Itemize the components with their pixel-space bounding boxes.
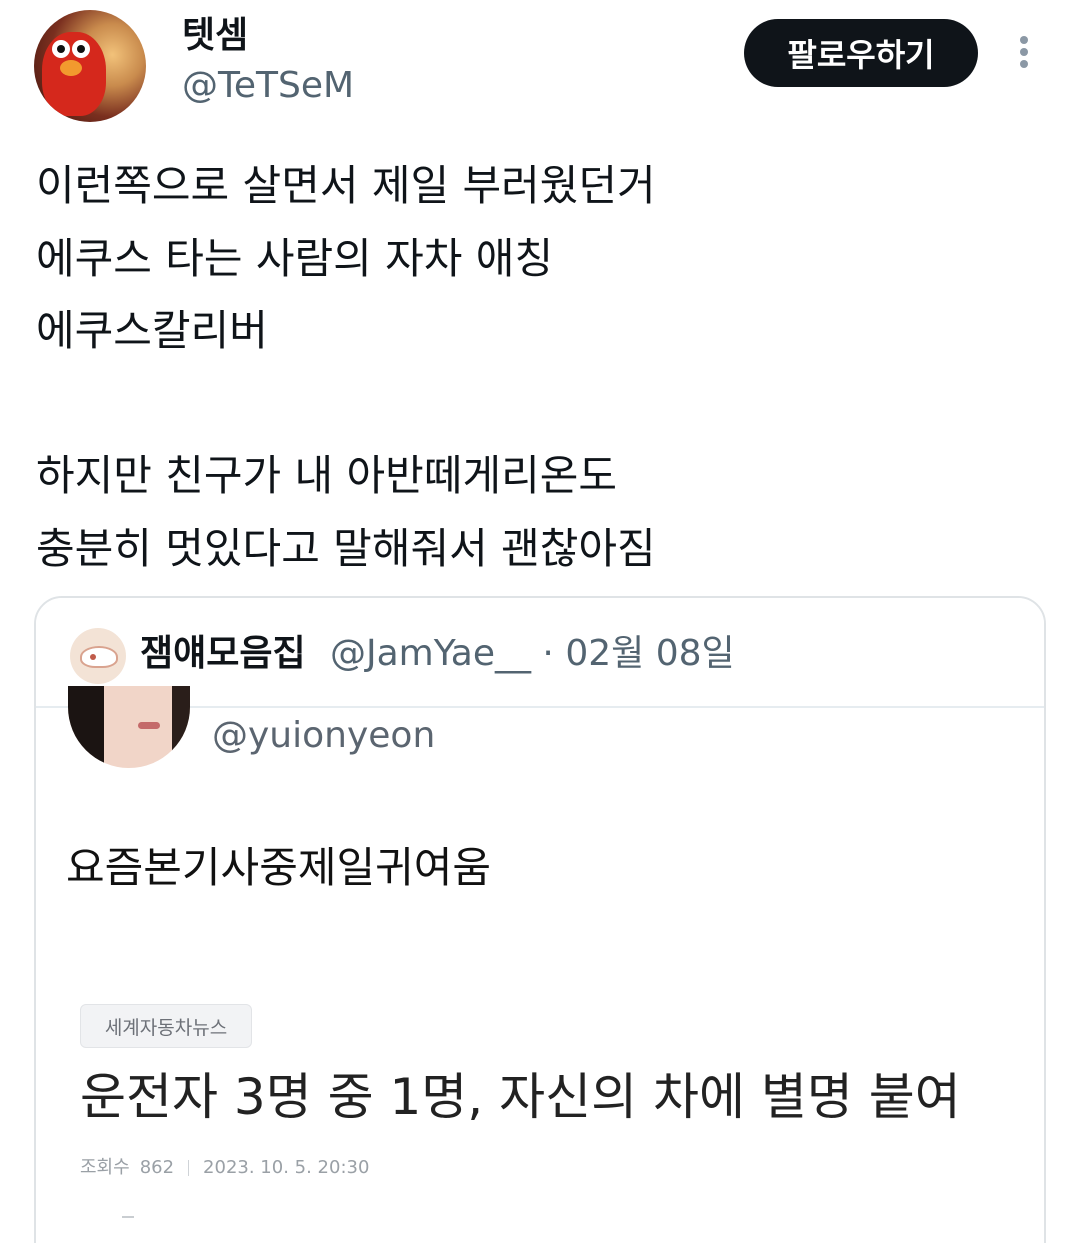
tweet-text-line: 에쿠스 타는 사람의 자차 애칭	[36, 233, 554, 283]
news-views-label: 조회수	[80, 1157, 130, 1178]
inner-text: 요즘본기사중제일귀여움	[66, 843, 492, 892]
tweet-text-line: 에쿠스칼리버	[36, 306, 268, 355]
quoted-author-avatar	[70, 628, 126, 684]
avatar-eye-left	[52, 40, 70, 58]
quoted-author-name: 잼얘모음집	[140, 633, 306, 674]
quoted-author-meta: @JamYae__ · 02월 08일	[330, 633, 735, 674]
tweet-text-line: 충분히 멋있다고 말해줘서 괜찮아짐	[36, 523, 656, 573]
news-date: 2023. 10. 5. 20:30	[203, 1157, 370, 1178]
news-source-tag: 세계자동차뉴스	[80, 1004, 252, 1048]
tweet-text-line: 하지만 친구가 내 아반떼게리온도	[36, 451, 618, 500]
avatar-nose	[60, 60, 82, 76]
news-headline: 운전자 3명 중 1명, 자신의 차에 별명 붙여	[80, 1068, 961, 1126]
author-avatar[interactable]	[34, 10, 146, 122]
tweet-text: 이런쪽으로 살면서 제일 부러웠던거 에쿠스 타는 사람의 자차 애칭 에쿠스칼…	[36, 150, 656, 585]
avatar-eye-right	[72, 40, 90, 58]
author-handle[interactable]: @TeTSeM	[182, 64, 354, 108]
news-meta-divider	[188, 1160, 190, 1176]
quoted-image: @yuionyeon 요즘본기사중제일귀여움 세계자동차뉴스 운전자 3명 중 …	[36, 686, 1044, 1243]
news-views: 862	[139, 1157, 175, 1178]
more-vertical-icon[interactable]	[1012, 36, 1036, 72]
follow-button[interactable]: 팔로우하기	[744, 19, 978, 87]
tweet-text-line	[36, 368, 656, 441]
inner-handle: @yuionyeon	[212, 715, 436, 756]
tweet-text-line: 이런쪽으로 살면서 제일 부러웠던거	[36, 161, 656, 210]
divider	[122, 1216, 134, 1218]
quoted-tweet-card[interactable]: 잼얘모음집 @JamYae__ · 02월 08일 @yuionyeon 요즘본…	[34, 596, 1046, 1243]
inner-avatar	[68, 686, 190, 768]
news-meta: 조회수 862 2023. 10. 5. 20:30	[80, 1156, 369, 1180]
author-display-name[interactable]: 텟셈	[182, 14, 248, 58]
